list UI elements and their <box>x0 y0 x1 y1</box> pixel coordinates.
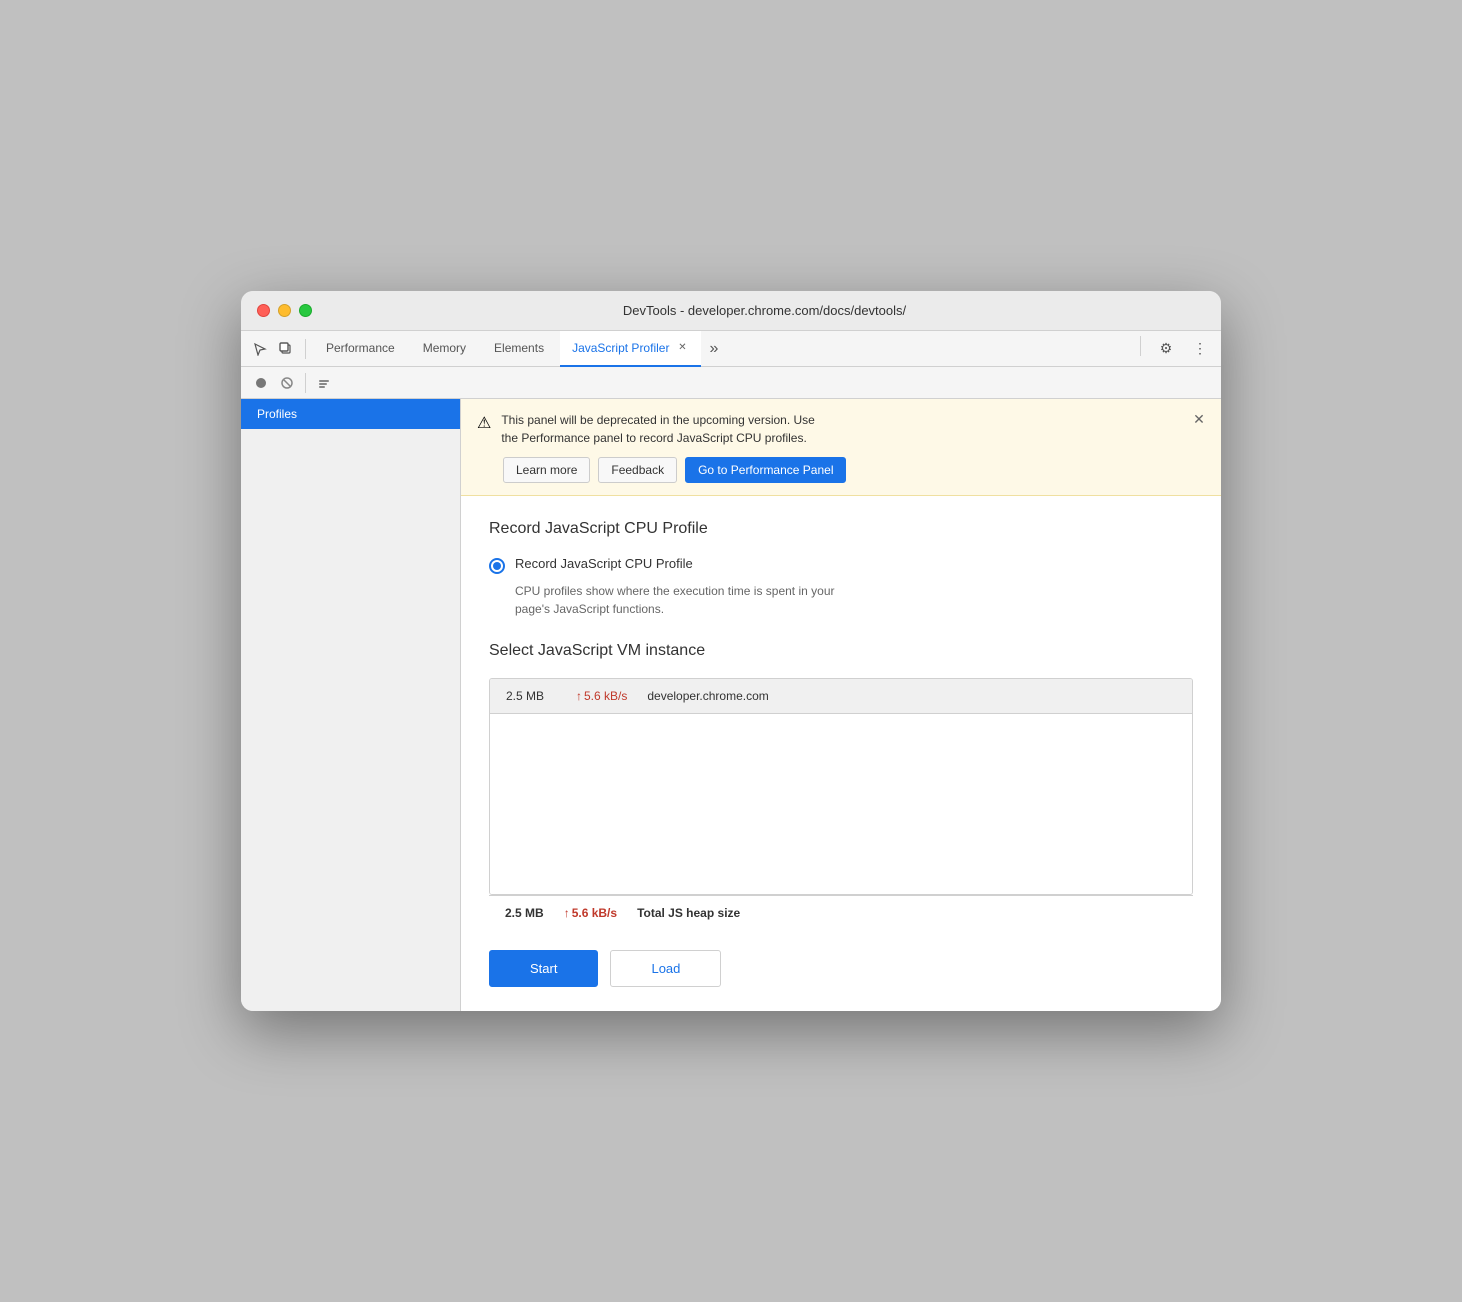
window-title: DevTools - developer.chrome.com/docs/dev… <box>324 303 1205 318</box>
vm-footer-size: 2.5 MB <box>505 906 544 920</box>
settings-icon[interactable]: ⚙ <box>1153 336 1179 362</box>
vm-speed: ↑ 5.6 kB/s <box>576 689 627 703</box>
load-button[interactable]: Load <box>610 950 721 987</box>
warning-actions: Learn more Feedback Go to Performance Pa… <box>503 457 1205 483</box>
footer-speed-arrow: ↑ <box>564 906 570 920</box>
warning-top: ⚠ This panel will be deprecated in the u… <box>477 411 1205 447</box>
divider-2 <box>1140 336 1141 356</box>
divider-1 <box>305 339 306 359</box>
tab-memory[interactable]: Memory <box>411 331 478 367</box>
cursor-icon[interactable] <box>249 338 271 360</box>
profile-section-title: Record JavaScript CPU Profile <box>489 520 1193 538</box>
titlebar: DevTools - developer.chrome.com/docs/dev… <box>241 291 1221 331</box>
main-content: ⚠ This panel will be deprecated in the u… <box>461 399 1221 1011</box>
divider-3 <box>305 373 306 393</box>
devtools-window: DevTools - developer.chrome.com/docs/dev… <box>241 291 1221 1011</box>
stop-button[interactable] <box>275 371 299 395</box>
warning-text: This panel will be deprecated in the upc… <box>501 411 815 447</box>
deprecation-warning-banner: ⚠ This panel will be deprecated in the u… <box>461 399 1221 496</box>
record-button[interactable] <box>249 371 273 395</box>
maximize-button[interactable] <box>299 304 312 317</box>
radio-button[interactable] <box>489 558 505 574</box>
profile-content: Record JavaScript CPU Profile Record Jav… <box>461 496 1221 1011</box>
radio-option-content: Record JavaScript CPU Profile <box>515 556 693 571</box>
close-button[interactable] <box>257 304 270 317</box>
vm-footer-speed: ↑ 5.6 kB/s <box>564 906 617 920</box>
learn-more-button[interactable]: Learn more <box>503 457 590 483</box>
vm-section-title: Select JavaScript VM instance <box>489 642 1193 660</box>
devtools-secondary-toolbar <box>241 367 1221 399</box>
tab-elements[interactable]: Elements <box>482 331 556 367</box>
more-tabs-icon[interactable]: » <box>705 340 722 358</box>
vm-speed-arrow: ↑ <box>576 689 582 703</box>
main-area: Profiles ⚠ This panel will be deprecated… <box>241 399 1221 1011</box>
vm-size: 2.5 MB <box>506 689 556 703</box>
vm-url: developer.chrome.com <box>647 689 768 703</box>
vm-speed-value: 5.6 kB/s <box>584 689 627 703</box>
profile-actions: Start Load <box>489 950 1193 987</box>
vm-item[interactable]: 2.5 MB ↑ 5.6 kB/s developer.chrome.com <box>490 679 1192 714</box>
feedback-button[interactable]: Feedback <box>598 457 677 483</box>
go-to-performance-panel-button[interactable]: Go to Performance Panel <box>685 457 846 483</box>
radio-label: Record JavaScript CPU Profile <box>515 556 693 571</box>
radio-description: CPU profiles show where the execution ti… <box>515 582 1193 618</box>
copy-icon[interactable] <box>275 338 297 360</box>
vm-empty-space <box>490 714 1192 894</box>
traffic-lights <box>257 304 312 317</box>
start-button[interactable]: Start <box>489 950 598 987</box>
minimize-button[interactable] <box>278 304 291 317</box>
vm-footer: 2.5 MB ↑ 5.6 kB/s Total JS heap size <box>489 895 1193 930</box>
footer-speed-value: 5.6 kB/s <box>572 906 617 920</box>
vm-list: 2.5 MB ↑ 5.6 kB/s developer.chrome.com <box>489 678 1193 895</box>
warning-icon: ⚠ <box>477 413 491 433</box>
tab-js-profiler[interactable]: JavaScript Profiler ✕ <box>560 331 701 367</box>
toolbar-right-actions: ⚙ ⋮ <box>1136 336 1213 362</box>
radio-selected-indicator <box>493 562 501 570</box>
clear-button[interactable] <box>312 371 336 395</box>
tab-close-icon[interactable]: ✕ <box>675 341 689 355</box>
tabs-toolbar: Performance Memory Elements JavaScript P… <box>241 331 1221 367</box>
vm-section: Select JavaScript VM instance 2.5 MB ↑ 5… <box>489 642 1193 930</box>
tab-performance[interactable]: Performance <box>314 331 407 367</box>
warning-close-button[interactable]: ✕ <box>1189 409 1209 429</box>
radio-option-cpu-profile[interactable]: Record JavaScript CPU Profile <box>489 556 1193 574</box>
vm-footer-label: Total JS heap size <box>637 906 740 920</box>
more-options-icon[interactable]: ⋮ <box>1187 336 1213 362</box>
sidebar: Profiles <box>241 399 461 1011</box>
sidebar-item-profiles[interactable]: Profiles <box>241 399 460 429</box>
